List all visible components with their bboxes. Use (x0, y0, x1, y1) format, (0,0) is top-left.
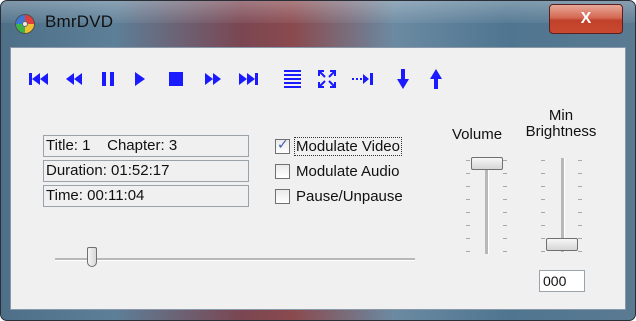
next-chapter-button[interactable] (352, 66, 374, 92)
volume-slider-track[interactable] (485, 160, 489, 254)
checkbox-unchecked-icon[interactable] (275, 163, 290, 179)
skip-to-end-icon (239, 73, 258, 85)
pause-unpause-label: Pause/Unpause (296, 187, 403, 205)
volume-label: Volume (452, 126, 503, 143)
menu-button[interactable] (284, 66, 301, 92)
checkbox-checked-icon[interactable] (275, 137, 290, 154)
fullscreen-icon (318, 70, 336, 88)
modulate-audio-checkbox[interactable]: Modulate Audio (275, 160, 400, 182)
window-title: BmrDVD (45, 12, 114, 31)
time-display: Time: 00:11:04 (43, 185, 249, 207)
brightness-slider-thumb[interactable] (546, 238, 578, 251)
brightness-value-field[interactable]: 000 (539, 270, 585, 292)
pause-unpause-checkbox[interactable]: Pause/Unpause (275, 185, 404, 207)
play-button[interactable] (134, 66, 146, 92)
menu-list-icon (284, 70, 301, 88)
title-bar[interactable]: BmrDVD X (1, 1, 635, 47)
rewind-icon (66, 73, 82, 85)
fast-forward-button[interactable] (204, 66, 221, 92)
arrow-up-icon (430, 69, 442, 89)
play-icon (135, 72, 145, 86)
skip-to-start-button[interactable] (29, 66, 49, 92)
arrow-down-icon (397, 69, 409, 89)
dvd-disc-icon (15, 14, 35, 34)
min-brightness-label: Min Brightness (519, 108, 603, 140)
next-chapter-icon (352, 73, 373, 85)
modulate-video-label: Modulate Video (294, 136, 402, 156)
seek-slider-thumb[interactable] (87, 247, 97, 267)
stop-icon (169, 72, 183, 86)
client-area: Title: 1 Chapter: 3 Duration: 01:52:17 T… (10, 47, 626, 310)
modulate-video-checkbox[interactable]: Modulate Video (275, 135, 402, 157)
rewind-button[interactable] (66, 66, 83, 92)
volume-down-button[interactable] (397, 66, 409, 92)
modulate-audio-label: Modulate Audio (296, 162, 400, 180)
volume-up-button[interactable] (430, 66, 442, 92)
main-window: BmrDVD X Title: 1 Chapter: 3 Duration: 0… (0, 0, 636, 321)
duration-display: Duration: 01:52:17 (43, 160, 249, 182)
pause-button[interactable] (101, 66, 115, 92)
stop-button[interactable] (169, 66, 183, 92)
checkbox-unchecked-icon[interactable] (275, 188, 290, 204)
seek-slider-track[interactable] (55, 258, 415, 261)
min-brightness-label-line2: Brightness (525, 123, 597, 140)
skip-to-start-icon (29, 73, 48, 85)
pause-icon (102, 72, 114, 86)
min-brightness-label-line1: Min (548, 107, 574, 124)
fast-forward-icon (205, 73, 221, 85)
volume-slider-thumb[interactable] (471, 157, 503, 170)
skip-to-end-button[interactable] (238, 66, 258, 92)
title-chapter-display: Title: 1 Chapter: 3 (43, 135, 249, 157)
fullscreen-button[interactable] (318, 66, 336, 92)
close-button[interactable]: X (549, 4, 623, 34)
